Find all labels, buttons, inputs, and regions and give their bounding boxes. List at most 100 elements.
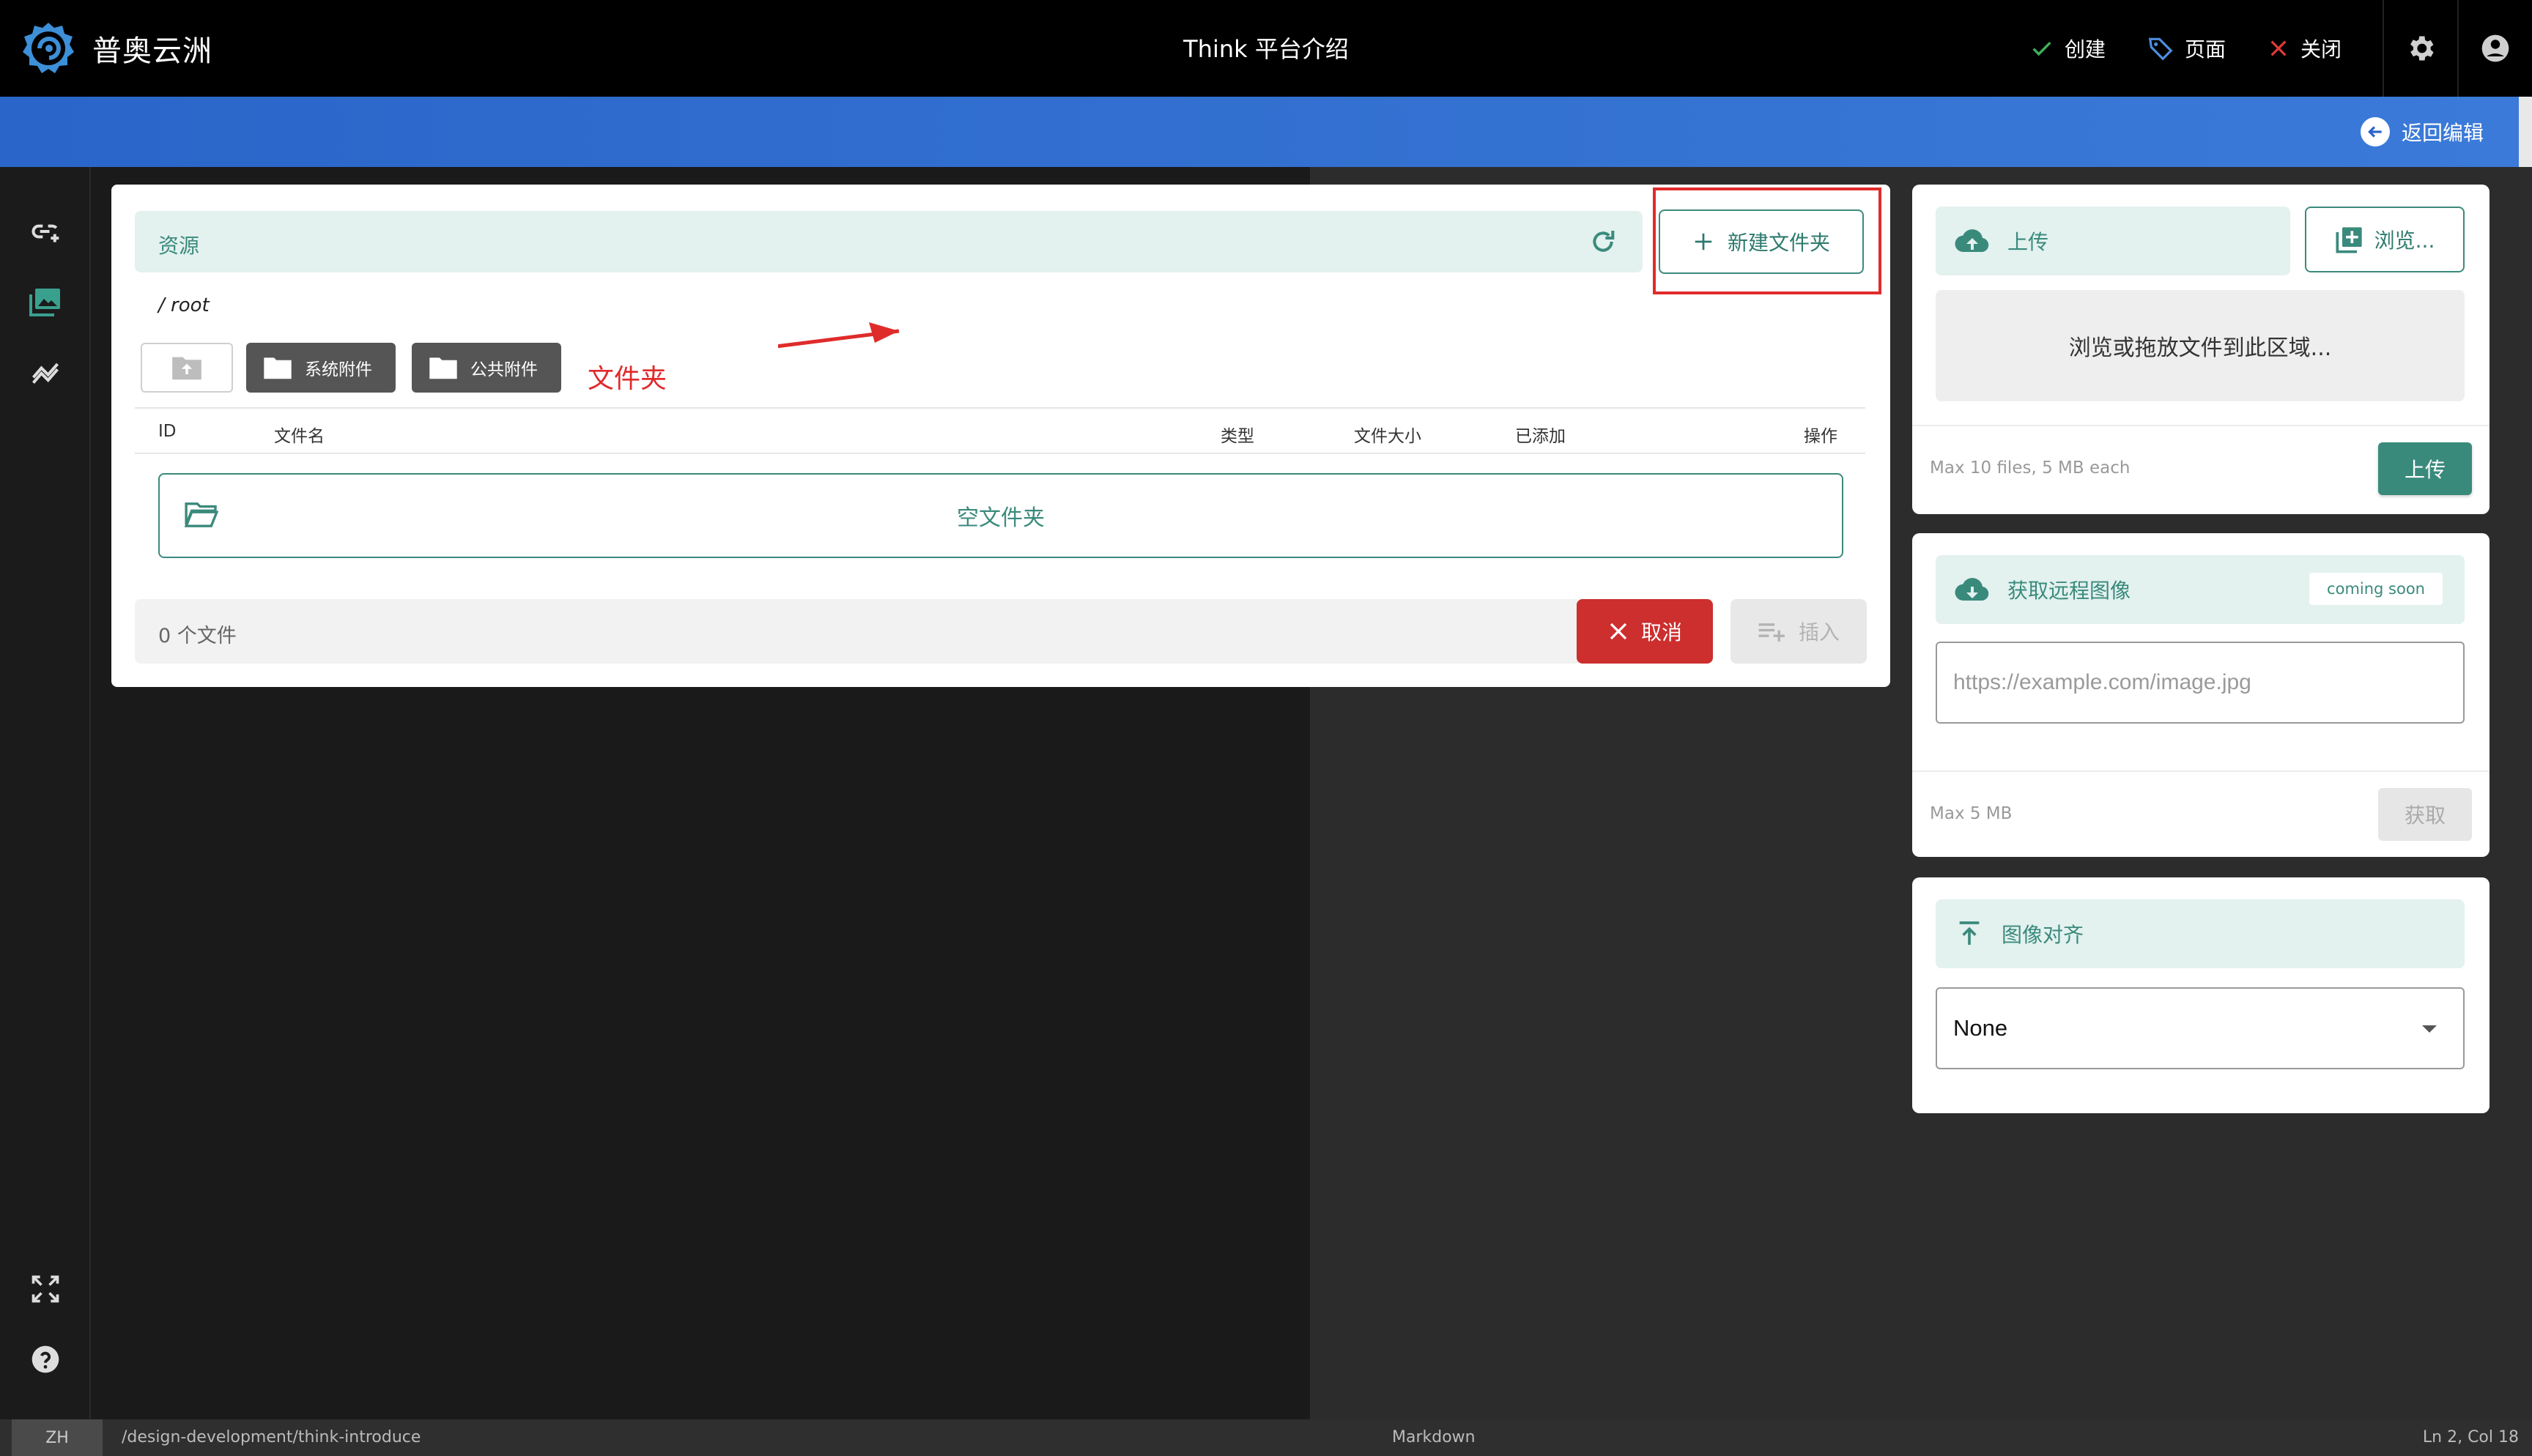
new-folder-label: 新建文件夹 [1727, 231, 1830, 255]
refresh-button[interactable] [1587, 226, 1619, 258]
annotation-arrow-icon [778, 322, 900, 349]
fetch-button[interactable]: 获取 [2378, 788, 2472, 841]
cloud-upload-icon [1955, 229, 1989, 253]
arrow-left-icon [2360, 117, 2390, 146]
column-added: 已添加 [1515, 427, 1566, 446]
folder-up-icon [172, 357, 201, 380]
new-folder-button[interactable]: 新建文件夹 [1659, 209, 1864, 274]
fullscreen-button[interactable] [23, 1267, 67, 1311]
folder-public-attachments[interactable]: 公共附件 [412, 343, 561, 393]
column-size: 文件大小 [1354, 427, 1421, 446]
folder-icon [429, 357, 457, 379]
insert-image-button[interactable] [23, 280, 67, 324]
scrollbar[interactable] [2519, 97, 2532, 167]
remote-card-title: 获取远程图像 [2007, 579, 2131, 603]
column-filename: 文件名 [274, 427, 325, 446]
upload-dropzone[interactable]: 浏览或拖放文件到此区域... [1936, 290, 2465, 401]
top-header: 普奥云洲 Think 平台介绍 创建 页面 关闭 [0, 0, 2532, 97]
remote-card-header: 获取远程图像 coming soon [1936, 555, 2465, 624]
insert-button[interactable]: 插入 [1730, 599, 1867, 664]
back-to-edit-button[interactable]: 返回编辑 [2360, 117, 2484, 146]
account-button[interactable] [2459, 0, 2532, 97]
card-divider [1912, 425, 2490, 426]
cancel-button[interactable]: 取消 [1577, 599, 1713, 664]
empty-folder-row[interactable]: 空文件夹 [158, 473, 1843, 558]
remote-limit-note: Max 5 MB [1930, 804, 2013, 823]
editor-mode: Markdown [1392, 1428, 1476, 1446]
image-align-card: 图像对齐 None [1912, 877, 2490, 1113]
tag-icon [2148, 37, 2173, 61]
add-box-multiple-icon [2336, 227, 2362, 253]
breadcrumb: / root [158, 294, 210, 316]
folder-label: 系统附件 [305, 360, 372, 379]
playlist-add-icon [1758, 623, 1785, 642]
close-icon [1610, 623, 1627, 640]
link-plus-icon [32, 224, 59, 242]
refresh-icon [1593, 231, 1615, 252]
close-button[interactable]: 关闭 [2267, 34, 2342, 63]
file-table-header: ID 文件名 类型 文件大小 已添加 操作 [135, 407, 1865, 454]
plus-icon [1695, 233, 1712, 250]
column-actions: 操作 [1804, 427, 1837, 446]
close-icon [2270, 40, 2287, 56]
back-to-edit-label: 返回编辑 [2401, 121, 2484, 145]
image-align-select[interactable]: None [1936, 987, 2465, 1069]
help-button[interactable] [23, 1337, 67, 1381]
folder-open-icon [185, 502, 218, 527]
column-type: 类型 [1221, 427, 1254, 446]
logo-icon [23, 23, 74, 73]
cancel-label: 取消 [1640, 620, 1682, 645]
editor-toolbar: 返回编辑 [0, 97, 2532, 167]
chevron-down-icon [2422, 1025, 2437, 1033]
brand-name: 普奥云洲 [92, 34, 212, 68]
align-selected-value: None [1953, 1015, 2008, 1041]
fullscreen-icon [32, 1275, 59, 1303]
left-rail [0, 167, 91, 1419]
browse-label: 浏览... [2374, 229, 2435, 253]
create-button[interactable]: 创建 [2029, 34, 2106, 63]
file-count: 0 个文件 [158, 625, 237, 647]
remote-url-input[interactable] [1936, 642, 2465, 724]
empty-folder-label: 空文件夹 [957, 505, 1045, 531]
brand[interactable]: 普奥云洲 [21, 19, 212, 78]
trend-icon [32, 363, 59, 384]
top-actions: 创建 页面 关闭 [2029, 0, 2532, 97]
folder-icon [264, 357, 292, 379]
upload-card: 上传 浏览... 浏览或拖放文件到此区域... Max 10 files, 5 … [1912, 185, 2490, 514]
create-label: 创建 [2064, 37, 2106, 62]
file-count-bar: 0 个文件 [135, 599, 1582, 664]
images-icon [29, 289, 60, 316]
resources-bar: 资源 [135, 211, 1643, 272]
check-icon [2032, 42, 2051, 56]
folder-system-attachments[interactable]: 系统附件 [246, 343, 396, 393]
language-toggle[interactable]: ZH [12, 1419, 103, 1456]
upload-card-title: 上传 [2007, 230, 2049, 254]
gear-icon [2410, 36, 2434, 61]
close-label: 关闭 [2300, 37, 2342, 62]
cloud-download-icon [1955, 578, 1989, 601]
insert-label: 插入 [1798, 620, 1840, 645]
align-card-title: 图像对齐 [2002, 923, 2084, 947]
browse-button[interactable]: 浏览... [2305, 207, 2465, 272]
remote-image-card: 获取远程图像 coming soon Max 5 MB 获取 [1912, 533, 2490, 857]
insert-chart-button[interactable] [23, 350, 67, 394]
upload-limit-note: Max 10 files, 5 MB each [1930, 458, 2131, 478]
cursor-position: Ln 2, Col 18 [2422, 1428, 2519, 1446]
card-divider [1912, 770, 2490, 772]
assets-dialog: 资源 新建文件夹 / root 系统附件 公共附件 文件夹 ID 文件名 类型 … [111, 185, 1890, 687]
page-path: /design-development/think-introduce [122, 1428, 421, 1446]
settings-button[interactable] [2384, 0, 2457, 97]
help-icon [32, 1345, 59, 1373]
status-bar: ZH /design-development/think-introduce M… [0, 1419, 2532, 1456]
insert-link-button[interactable] [23, 209, 67, 253]
page-button[interactable]: 页面 [2147, 34, 2226, 63]
annotation-label: 文件夹 [588, 364, 667, 394]
parent-folder-button[interactable] [141, 343, 233, 393]
align-top-icon [1959, 921, 1980, 945]
account-circle-icon [2481, 34, 2509, 62]
coming-soon-badge: coming soon [2309, 573, 2443, 605]
upload-button[interactable]: 上传 [2378, 442, 2472, 495]
resources-label: 资源 [158, 234, 200, 258]
folder-label: 公共附件 [470, 360, 538, 379]
column-id: ID [158, 422, 177, 441]
